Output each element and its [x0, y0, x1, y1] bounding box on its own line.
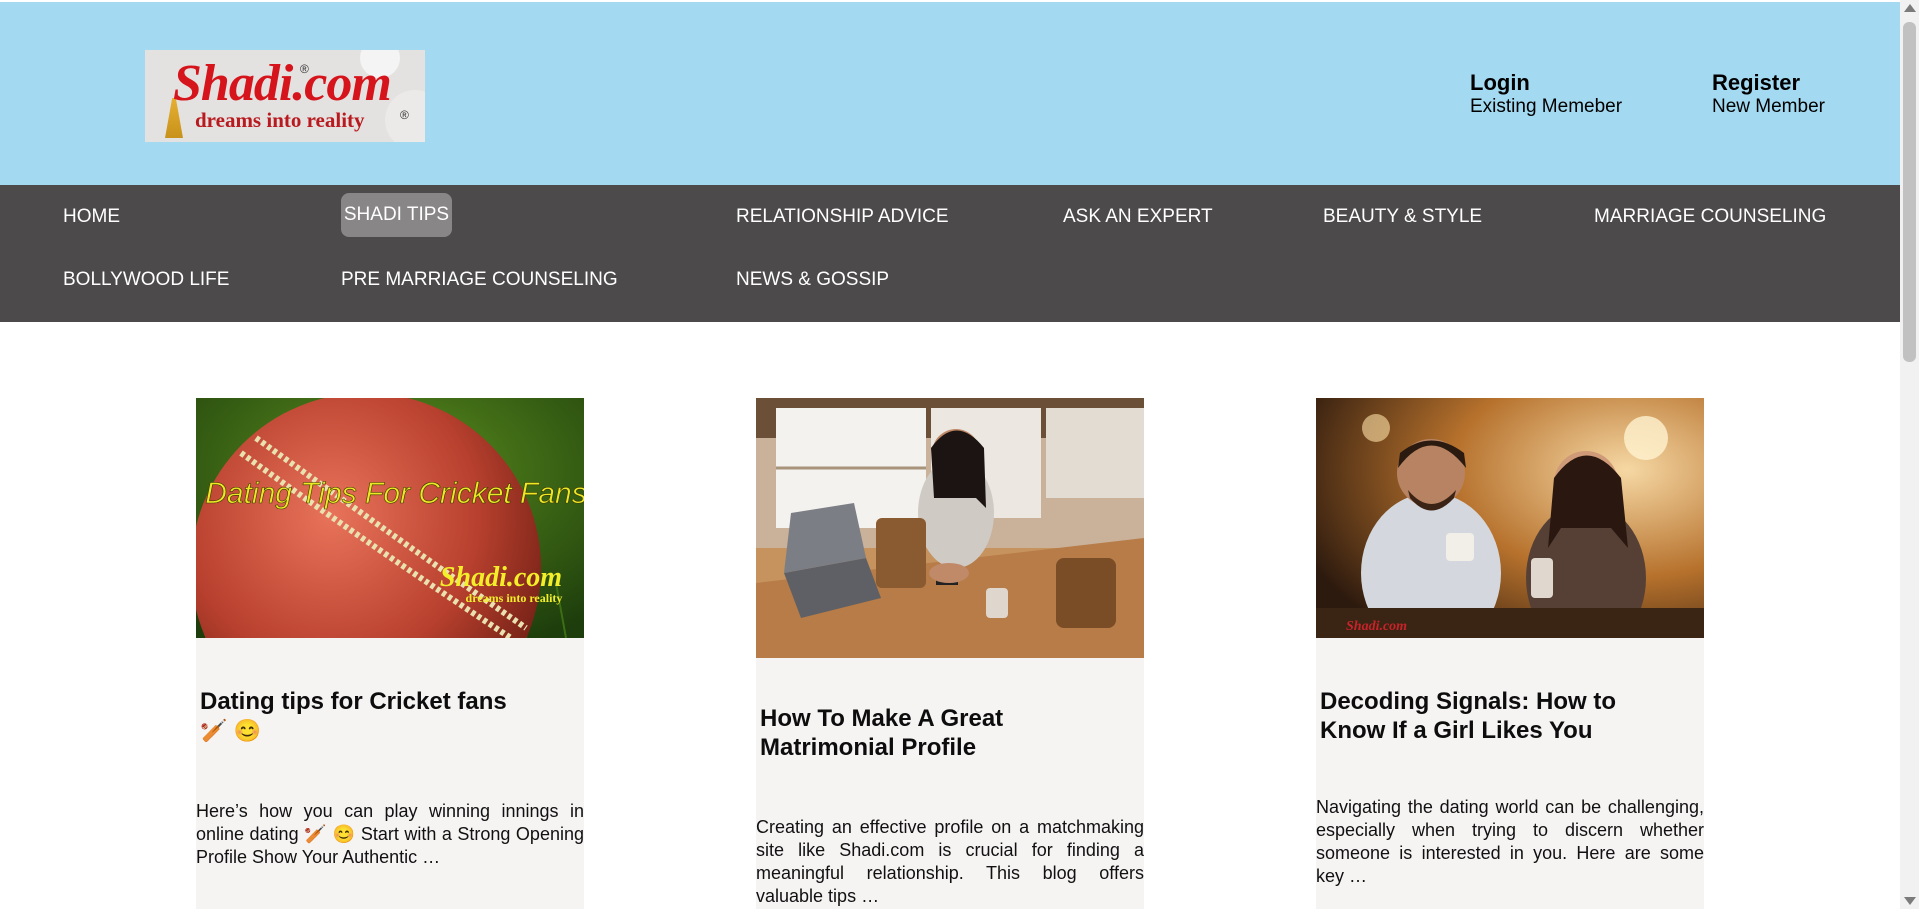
register-link[interactable]: Register New Member	[1712, 70, 1825, 118]
post-title-text: Dating tips for Cricket fans	[200, 688, 507, 715]
login-subtitle: Existing Memeber	[1470, 96, 1623, 117]
scroll-thumb[interactable]	[1903, 22, 1916, 362]
post-title[interactable]: Decoding Signals: How to Know If a Girl …	[1320, 687, 1640, 745]
nav-item-marriage-counseling[interactable]: MARRIAGE COUNSELING	[1594, 195, 1826, 239]
post-title-emoji: 🏏 😊	[200, 718, 261, 743]
post-title[interactable]: How To Make A Great Matrimonial Profile	[760, 704, 1080, 762]
post-card[interactable]: How To Make A Great Matrimonial Profile …	[756, 398, 1144, 909]
post-card[interactable]: Dating Tips For Cricket Fans Shadi.com d…	[196, 398, 584, 909]
woman-phone-image	[756, 398, 1144, 658]
scroll-up-icon[interactable]	[1904, 4, 1916, 12]
nav-item-news-gossip[interactable]: NEWS & GOSSIP	[736, 258, 889, 302]
login-link[interactable]: Login Existing Memeber	[1470, 70, 1622, 118]
nav-item-home[interactable]: HOME	[63, 195, 120, 239]
post-excerpt: Here’s how you can play winning innings …	[196, 801, 584, 867]
logo-registered-mark: ®	[300, 62, 309, 76]
post-card[interactable]: Shadi.com Decoding Signals: How to Know …	[1316, 398, 1704, 909]
logo-brand: Shadi.com	[173, 55, 392, 112]
login-title: Login	[1470, 70, 1530, 95]
image-brand: Shadi.com	[1346, 619, 1407, 634]
post-image[interactable]	[756, 398, 1144, 658]
nav-item-pre-marriage-counseling[interactable]: PRE MARRIAGE COUNSELING	[341, 258, 618, 302]
post-excerpt: Navigating the dating world can be chall…	[1316, 797, 1704, 886]
couple-cafe-image: Shadi.com	[1316, 398, 1704, 638]
register-title: Register	[1712, 70, 1801, 95]
post-excerpt: Creating an effective profile on a match…	[756, 817, 1144, 906]
image-caption: Dating Tips For Cricket Fans	[205, 477, 584, 510]
nav-item-shadi-tips[interactable]: SHADI TIPS	[341, 193, 452, 237]
nav-item-beauty-style[interactable]: BEAUTY & STYLE	[1323, 195, 1482, 239]
main-nav: HOME SHADI TIPS RELATIONSHIP ADVICE ASK …	[0, 185, 1900, 322]
site-header: Shadi.com ® dreams into reality ® Login …	[0, 2, 1900, 185]
post-image[interactable]: Dating Tips For Cricket Fans Shadi.com d…	[196, 398, 584, 638]
post-image[interactable]: Shadi.com	[1316, 398, 1704, 638]
post-title[interactable]: Dating tips for Cricket fans 🏏 😊	[200, 687, 584, 745]
logo-registered-mark: ®	[400, 108, 409, 122]
scroll-down-icon[interactable]	[1904, 897, 1916, 905]
register-subtitle: New Member	[1712, 96, 1825, 117]
image-tagline: dreams into reality	[466, 591, 563, 605]
cricket-ball-image: Dating Tips For Cricket Fans Shadi.com d…	[196, 398, 584, 638]
logo-tagline: dreams into reality	[195, 108, 365, 132]
page-scrollbar[interactable]	[1900, 0, 1919, 909]
image-brand: Shadi.com	[440, 562, 562, 593]
nav-item-ask-an-expert[interactable]: ASK AN EXPERT	[1063, 195, 1213, 239]
site-logo[interactable]: Shadi.com ® dreams into reality ®	[145, 50, 425, 142]
nav-item-relationship-advice[interactable]: RELATIONSHIP ADVICE	[736, 195, 949, 239]
nav-item-bollywood-life[interactable]: BOLLYWOOD LIFE	[63, 258, 229, 302]
